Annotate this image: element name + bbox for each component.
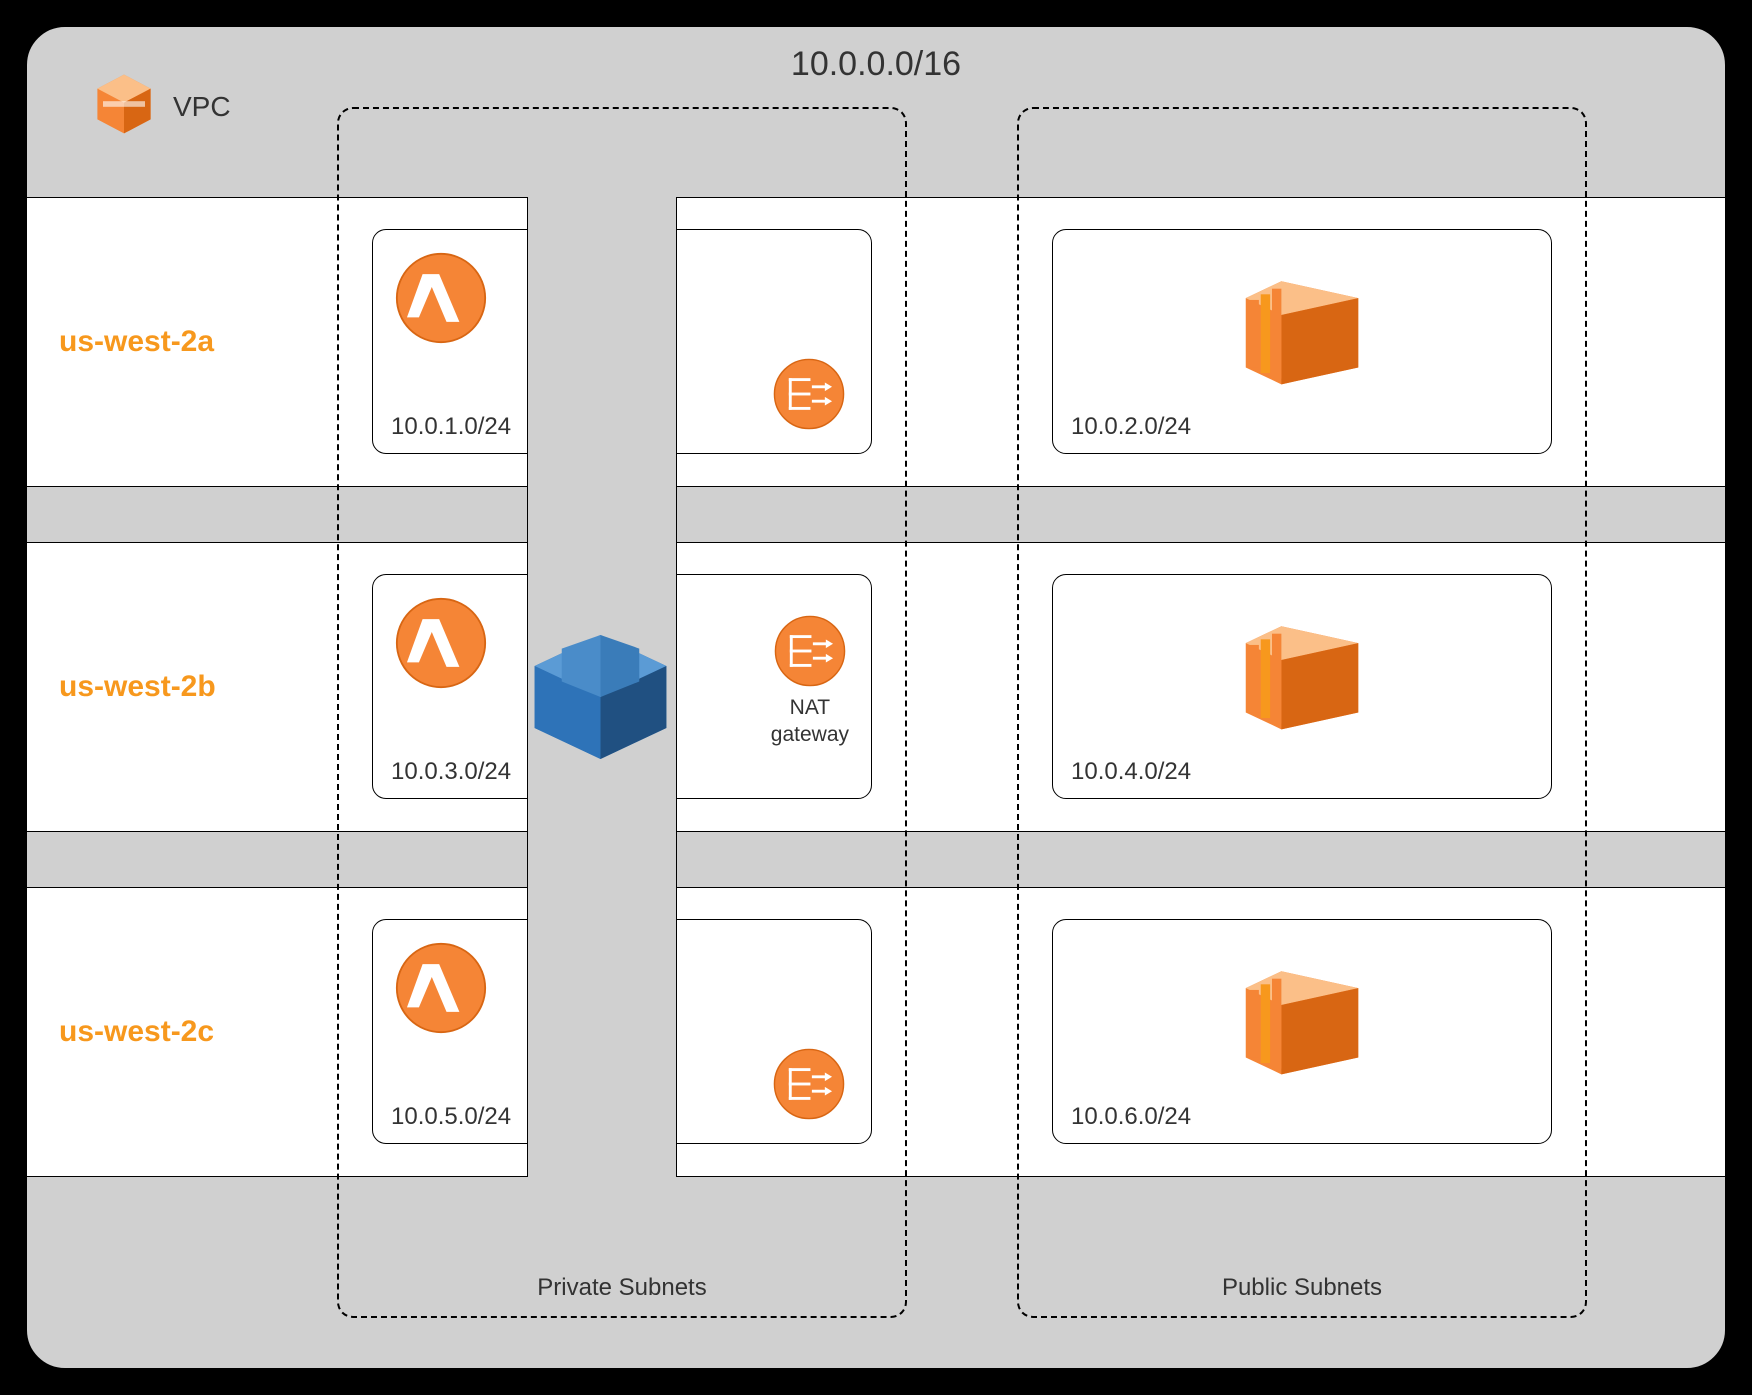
vpc-label: VPC xyxy=(173,91,231,123)
az-label: us-west-2b xyxy=(59,670,216,704)
vpc-container: 10.0.0.0/16 VPC us-west-2a us-west-2b us… xyxy=(25,25,1727,1370)
nat-label-line1: NAT xyxy=(771,696,849,719)
lambda-icon xyxy=(395,942,487,1039)
public-subnet-2b: 10.0.4.0/24 xyxy=(1052,574,1552,799)
subnet-cidr: 10.0.1.0/24 xyxy=(391,413,511,441)
ec2-instance-icon xyxy=(1227,612,1377,747)
subnet-cidr: 10.0.6.0/24 xyxy=(1071,1103,1191,1131)
redshift-icon xyxy=(523,627,678,772)
nat-gateway-with-label: NAT gateway xyxy=(771,615,849,746)
lambda-icon xyxy=(395,597,487,694)
public-subnet-2a: 10.0.2.0/24 xyxy=(1052,229,1552,454)
subnet-cidr: 10.0.4.0/24 xyxy=(1071,758,1191,786)
vpc-header: VPC xyxy=(89,69,231,144)
ec2-instance-icon xyxy=(1227,267,1377,402)
ec2-instance-icon xyxy=(1227,957,1377,1092)
nat-gateway-icon xyxy=(773,1048,845,1125)
nat-gateway-icon xyxy=(773,358,845,435)
nat-gateway-icon xyxy=(774,674,846,691)
subnet-cidr: 10.0.3.0/24 xyxy=(391,758,511,786)
nat-label-line2: gateway xyxy=(771,723,849,746)
subnet-cidr: 10.0.5.0/24 xyxy=(391,1103,511,1131)
lambda-icon xyxy=(395,252,487,349)
private-subnets-label: Private Subnets xyxy=(537,1274,706,1302)
public-subnet-2c: 10.0.6.0/24 xyxy=(1052,919,1552,1144)
subnet-cidr: 10.0.2.0/24 xyxy=(1071,413,1191,441)
az-label: us-west-2a xyxy=(59,325,214,359)
vpc-icon xyxy=(89,69,159,144)
vpc-cidr: 10.0.0.0/16 xyxy=(791,45,961,84)
az-label: us-west-2c xyxy=(59,1015,214,1049)
public-subnets-label: Public Subnets xyxy=(1222,1274,1382,1302)
